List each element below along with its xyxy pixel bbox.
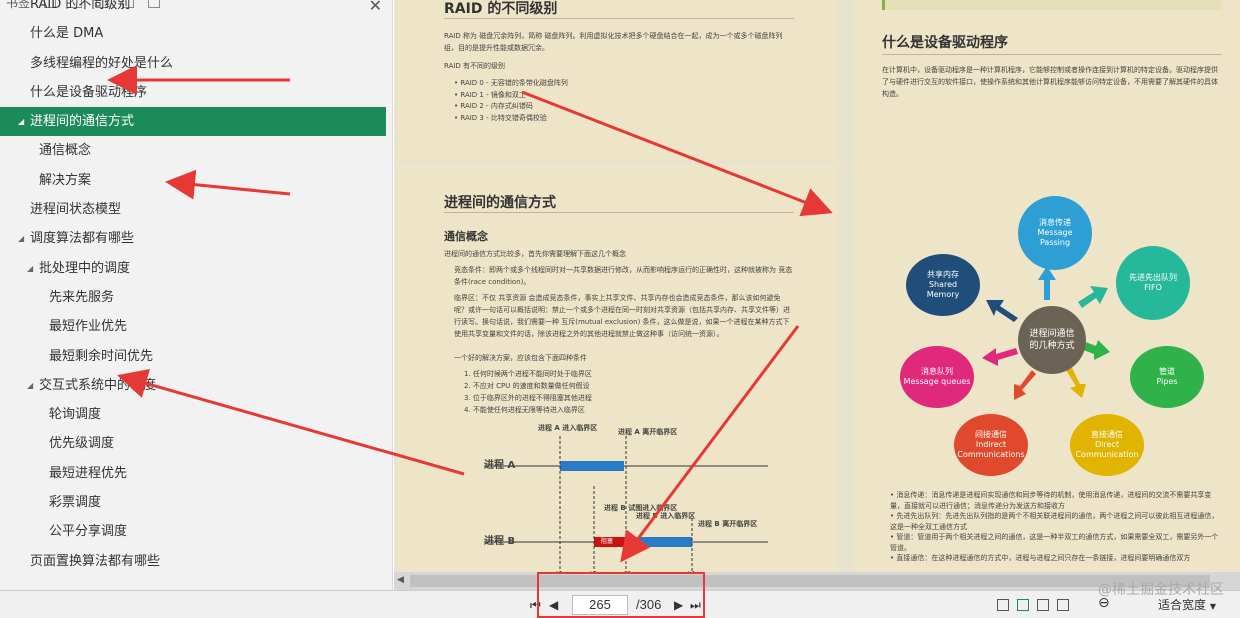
chevron-down-icon: ▼ (1209, 602, 1216, 611)
zoom-value: 适合宽度 (1158, 598, 1207, 612)
annotation-arrows-doc (521, 90, 833, 563)
continuous-view-icon[interactable] (1017, 599, 1029, 611)
single-page-view-icon[interactable] (997, 599, 1009, 611)
scroll-left-icon[interactable]: ◀ (397, 575, 404, 585)
outline-label: 页面置换算法都有哪些 (30, 553, 161, 569)
document-viewport[interactable]: RAID 的不同级别 RAID 称为 磁盘冗余阵列，简称 磁盘阵列。利用虚拟化技… (394, 0, 1240, 572)
annotation-arrows-sidebar (107, 65, 465, 476)
watermark: @稀土掘金技术社区 (1098, 582, 1224, 598)
page-nav-highlight-box (537, 572, 705, 618)
two-page-view-icon[interactable] (1037, 599, 1049, 611)
scrollbar-thumb[interactable] (410, 575, 1210, 587)
book-view-icon[interactable] (1057, 599, 1069, 611)
outline-item-page-replacement[interactable]: 页面置换算法都有哪些 (0, 547, 392, 576)
outline-item-fair-share[interactable]: 公平分享调度 (0, 517, 392, 546)
outline-label: 公平分享调度 (49, 524, 128, 540)
